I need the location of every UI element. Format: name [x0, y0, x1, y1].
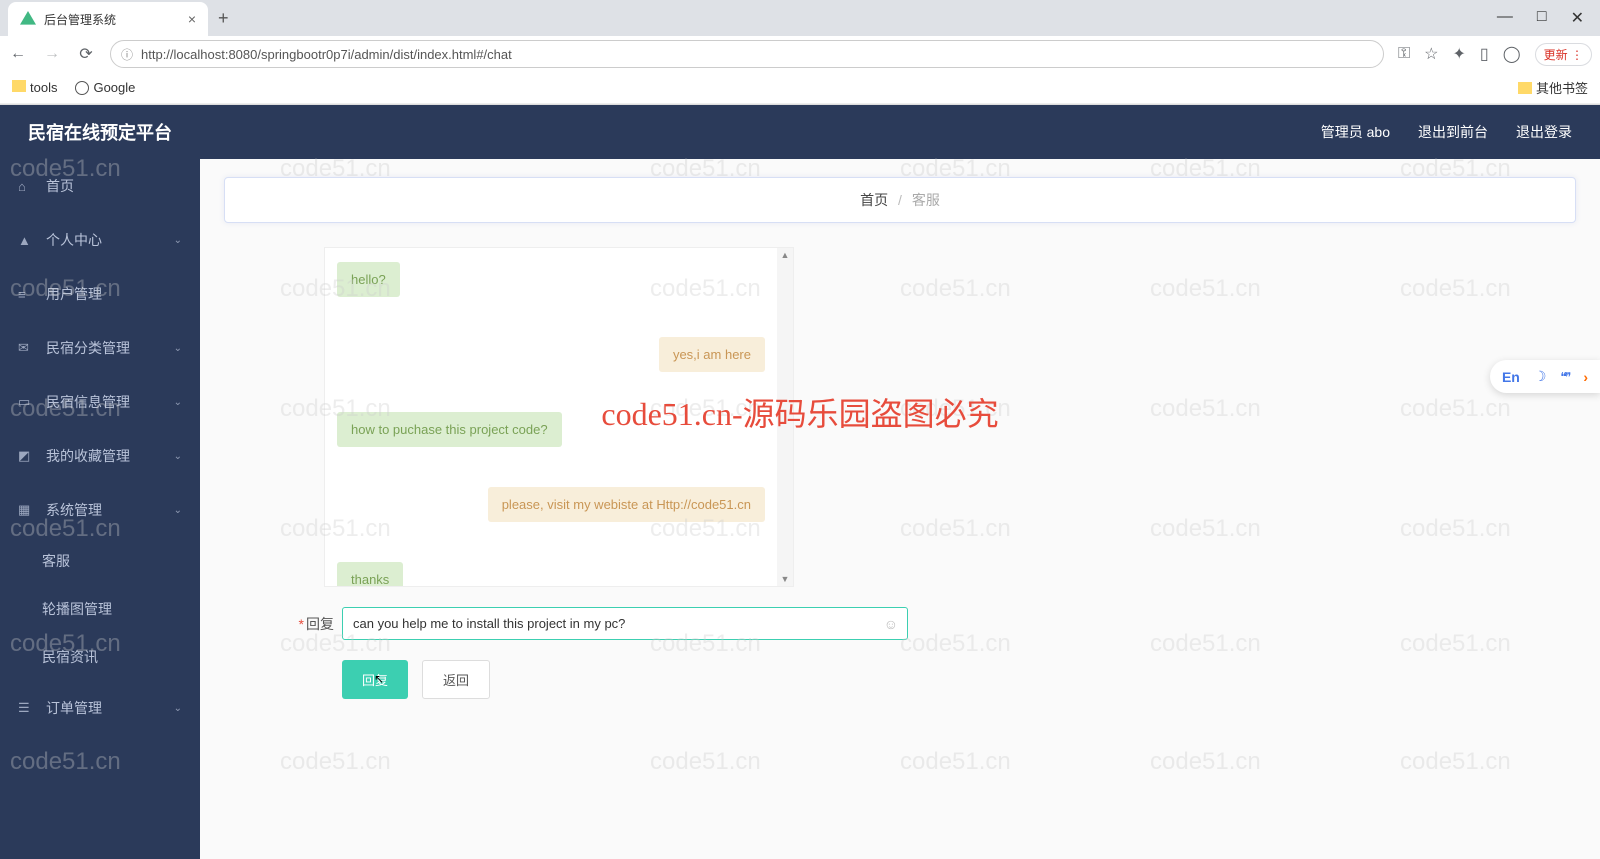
sidebar-item-profile[interactable]: ▲个人中心⌄ [0, 213, 200, 267]
vue-icon [20, 11, 36, 27]
chat-scrollbar[interactable]: ▲ ▼ [777, 248, 793, 586]
admin-label[interactable]: 管理员 abo [1321, 122, 1390, 142]
sidebar-sub-news[interactable]: 民宿资讯 [0, 633, 200, 681]
sidebar-sub-service[interactable]: 客服 [0, 537, 200, 585]
url-text: http://localhost:8080/springbootr0p7i/ad… [141, 47, 512, 62]
app-header: 民宿在线预定平台 管理员 abo 退出到前台 退出登录 [0, 105, 1600, 159]
browser-tab-bar: 后台管理系统 × + — □ ✕ [0, 0, 1600, 36]
chat-bubble-customer: hello? [337, 262, 400, 297]
bookmark-icon: ◩ [18, 448, 34, 464]
crop-icon: ▭ [18, 394, 34, 410]
chevron-down-icon: ⌄ [174, 451, 182, 462]
sidebar-item-orders[interactable]: ☰订单管理⌄ [0, 681, 200, 735]
sidebar-item-users[interactable]: ≡用户管理 [0, 267, 200, 321]
maximize-icon[interactable]: □ [1537, 8, 1547, 28]
minimize-icon[interactable]: — [1497, 8, 1513, 28]
language-widget[interactable]: En ☽ ❝❞ › [1490, 360, 1600, 393]
chevron-down-icon: ⌄ [174, 505, 182, 516]
reply-label: *回复 [284, 614, 334, 634]
sidebar: ⌂首页 ▲个人中心⌄ ≡用户管理 ✉民宿分类管理⌄ ▭民宿信息管理⌄ ◩我的收藏… [0, 159, 200, 859]
sidebar-item-system[interactable]: ▦系统管理⌄ [0, 483, 200, 537]
nav-bar: ← → ⟳ ⓘ http://localhost:8080/springboot… [0, 36, 1600, 72]
chat-bubble-customer: thanks [337, 562, 403, 586]
menu-icon: ☰ [18, 700, 34, 716]
envelope-icon: ✉ [18, 340, 34, 356]
lang-en-label[interactable]: En [1502, 369, 1520, 385]
bookmark-tools[interactable]: tools [12, 80, 57, 95]
submit-button[interactable]: 回复 ↖ [342, 660, 408, 699]
content-area: 首页 / 客服 hello? yes,i am here how to puch… [200, 159, 1600, 859]
bookmark-star-icon[interactable]: ☆ [1424, 44, 1438, 64]
reload-icon[interactable]: ⟳ [76, 44, 96, 64]
crumb-home[interactable]: 首页 [860, 192, 888, 208]
moon-icon[interactable]: ☽ [1534, 368, 1547, 385]
quotes-icon[interactable]: ❝❞ [1560, 370, 1569, 384]
crumb-current: 客服 [912, 192, 940, 208]
back-button[interactable]: 返回 [422, 660, 490, 699]
sidebar-item-favorites[interactable]: ◩我的收藏管理⌄ [0, 429, 200, 483]
tab-title: 后台管理系统 [44, 11, 116, 28]
user-icon: ▲ [18, 233, 34, 248]
chat-bubble-agent: yes,i am here [659, 337, 765, 372]
reply-input[interactable] [342, 607, 908, 640]
sidebar-sub-carousel[interactable]: 轮播图管理 [0, 585, 200, 633]
profile-icon[interactable]: ◯ [1503, 44, 1521, 64]
sidebar-item-homestay[interactable]: ▭民宿信息管理⌄ [0, 375, 200, 429]
logout-link[interactable]: 退出登录 [1516, 122, 1572, 142]
exit-to-front-link[interactable]: 退出到前台 [1418, 122, 1488, 142]
grid-icon: ▦ [18, 502, 34, 518]
update-button[interactable]: 更新 ⋮ [1535, 43, 1592, 66]
forward-icon[interactable]: → [42, 45, 62, 63]
bookmarks-bar: tools Google 其他书签 [0, 72, 1600, 104]
chat-bubble-agent: please, visit my webiste at Http://code5… [488, 487, 765, 522]
chevron-down-icon: ⌄ [174, 343, 182, 354]
scroll-up-icon[interactable]: ▲ [779, 248, 792, 262]
chat-messages: hello? yes,i am here how to puchase this… [325, 248, 777, 586]
breadcrumb-sep: / [898, 192, 902, 208]
home-icon: ⌂ [18, 179, 34, 194]
arrow-right-icon[interactable]: › [1583, 369, 1588, 385]
chevron-down-icon: ⌄ [174, 397, 182, 408]
list-icon: ≡ [18, 287, 34, 302]
new-tab-button[interactable]: + [218, 8, 229, 29]
window-close-icon[interactable]: ✕ [1571, 8, 1584, 28]
scroll-down-icon[interactable]: ▼ [779, 572, 792, 586]
chevron-down-icon: ⌄ [174, 703, 182, 714]
chevron-down-icon: ⌄ [174, 235, 182, 246]
bookmark-google[interactable]: Google [75, 80, 135, 96]
close-tab-icon[interactable]: × [188, 11, 196, 27]
back-icon[interactable]: ← [8, 45, 28, 63]
cursor-icon: ↖ [374, 672, 384, 686]
chat-panel: hello? yes,i am here how to puchase this… [324, 247, 794, 587]
reader-icon[interactable]: ▯ [1480, 44, 1489, 64]
reply-form-row: *回复 ☺ [284, 607, 1576, 640]
browser-tab[interactable]: 后台管理系统 × [8, 2, 208, 36]
chat-bubble-customer: how to puchase this project code? [337, 412, 562, 447]
sidebar-item-home[interactable]: ⌂首页 [0, 159, 200, 213]
extensions-icon[interactable]: ✦ [1453, 44, 1466, 64]
bookmark-other[interactable]: 其他书签 [1518, 78, 1588, 97]
breadcrumb: 首页 / 客服 [224, 177, 1576, 223]
brand-title: 民宿在线预定平台 [28, 119, 172, 145]
password-icon[interactable]: ⚿ [1398, 45, 1410, 63]
emoji-icon[interactable]: ☺ [884, 616, 898, 632]
site-info-icon[interactable]: ⓘ [121, 46, 133, 63]
sidebar-item-category[interactable]: ✉民宿分类管理⌄ [0, 321, 200, 375]
address-bar[interactable]: ⓘ http://localhost:8080/springbootr0p7i/… [110, 40, 1384, 68]
